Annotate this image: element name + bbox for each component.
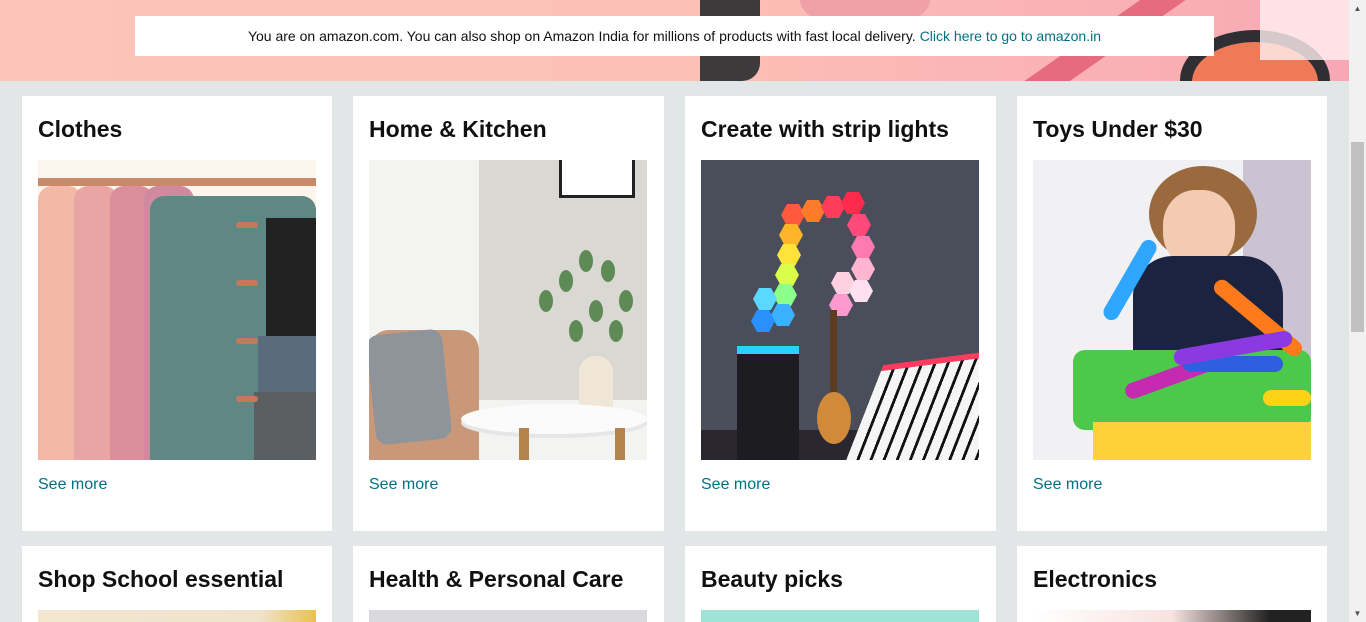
see-more-link[interactable]: See more — [701, 476, 770, 494]
card-title: Shop School essential — [38, 566, 284, 592]
toys-image[interactable] — [1033, 160, 1311, 460]
see-more-link[interactable]: See more — [38, 476, 107, 494]
card-title: Health & Personal Care — [369, 566, 624, 592]
scroll-up-icon[interactable]: ▲ — [1349, 0, 1366, 17]
health-personal-care-image[interactable] — [369, 610, 647, 622]
card-title: Create with strip lights — [701, 116, 949, 142]
electronics-image[interactable] — [1033, 610, 1311, 622]
card-electronics: Electronics — [1017, 546, 1327, 622]
scrollbar-thumb[interactable] — [1351, 142, 1364, 332]
school-essentials-image[interactable] — [38, 610, 316, 622]
card-strip-lights: Create with strip lights See more — [685, 96, 996, 531]
card-title: Home & Kitchen — [369, 116, 547, 142]
see-more-link[interactable]: See more — [1033, 476, 1102, 494]
hero-banner: You are on amazon.com. You can also shop… — [0, 0, 1349, 81]
card-clothes: Clothes See more — [22, 96, 332, 531]
card-title: Beauty picks — [701, 566, 843, 592]
card-school-essentials: Shop School essential — [22, 546, 332, 622]
go-to-amazon-in-link[interactable]: Click here to go to amazon.in — [920, 28, 1101, 44]
card-title: Clothes — [38, 116, 123, 142]
scroll-down-icon[interactable]: ▼ — [1349, 605, 1366, 622]
card-title: Electronics — [1033, 566, 1157, 592]
see-more-link[interactable]: See more — [369, 476, 438, 494]
notice-text: You are on amazon.com. You can also shop… — [247, 28, 916, 44]
card-beauty-picks: Beauty picks — [685, 546, 996, 622]
page-scrollbar[interactable]: ▲ ▼ — [1349, 0, 1366, 622]
card-home-kitchen: Home & Kitchen See more — [353, 96, 664, 531]
strip-lights-image[interactable] — [701, 160, 979, 460]
clothes-image[interactable] — [38, 160, 316, 460]
home-kitchen-image[interactable] — [369, 160, 647, 460]
amazon-india-notice: You are on amazon.com. You can also shop… — [135, 16, 1214, 56]
card-health-personal-care: Health & Personal Care — [353, 546, 664, 622]
card-title: Toys Under $30 — [1033, 116, 1203, 142]
beauty-picks-image[interactable] — [701, 610, 979, 622]
card-toys: Toys Under $30 See more — [1017, 96, 1327, 531]
